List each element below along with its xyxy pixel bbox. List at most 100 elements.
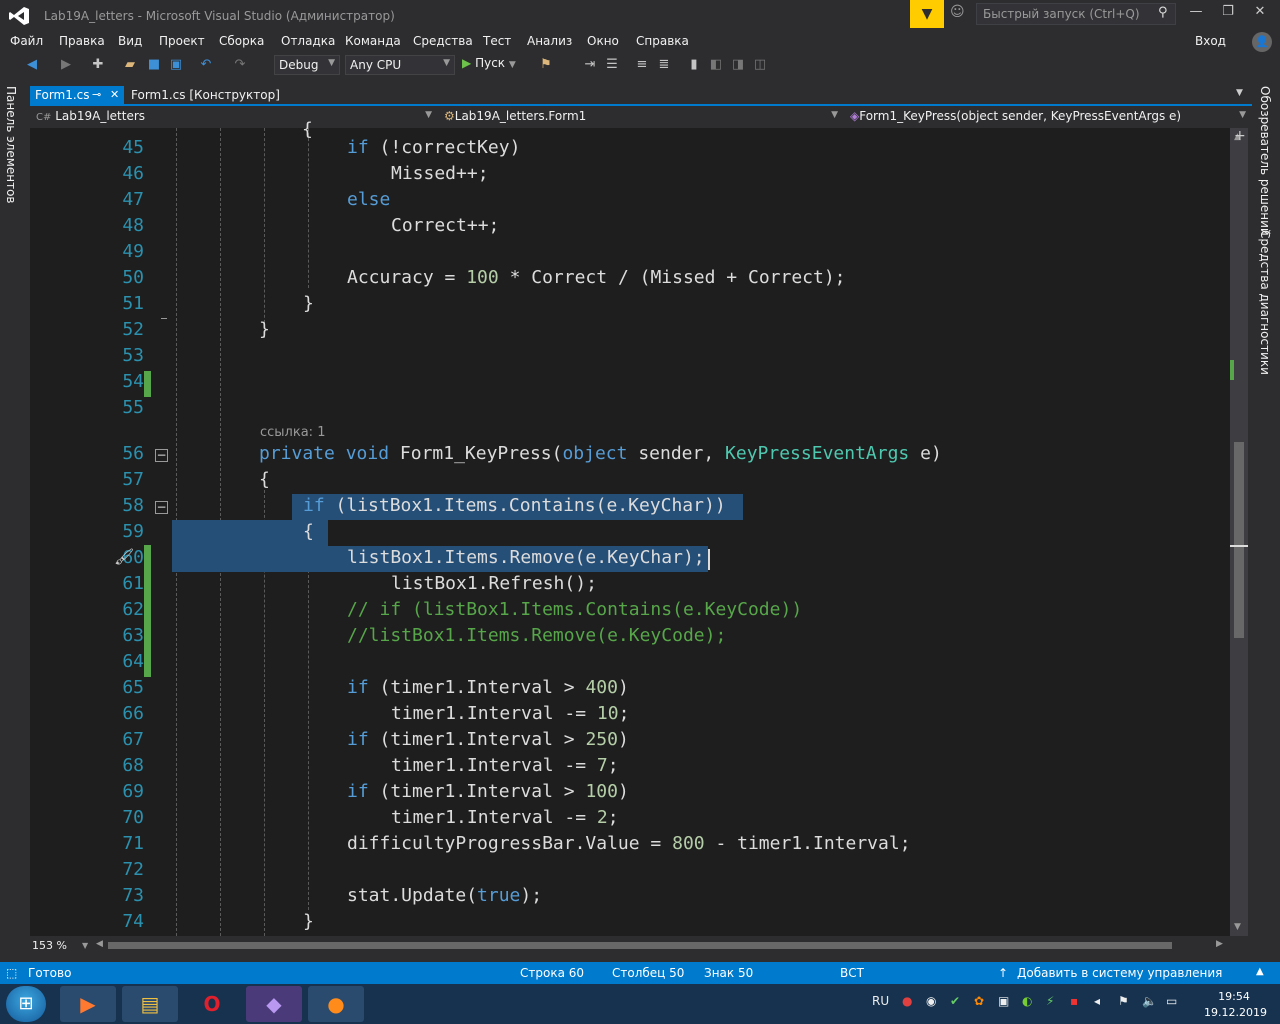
line-number: 49 <box>122 241 144 262</box>
media-player-icon[interactable]: ▶ <box>60 986 116 1022</box>
volume-icon[interactable]: 🔈 <box>1142 994 1157 1008</box>
quick-actions-brush-icon[interactable]: 🖌 <box>114 547 134 566</box>
comment-icon[interactable]: ≡ <box>634 57 650 73</box>
bookmark-icon[interactable]: ▮ <box>686 57 702 73</box>
language-indicator[interactable]: RU <box>872 994 889 1008</box>
collapse-icon[interactable]: − <box>155 501 168 514</box>
back-icon[interactable]: ◀ <box>24 57 40 73</box>
pin-icon[interactable]: ⊸ <box>92 88 101 101</box>
save-icon[interactable]: ■ <box>146 57 162 73</box>
prev-bookmark-icon[interactable]: ◧ <box>708 57 724 73</box>
tray-app-icon[interactable]: ▪ <box>1070 994 1078 1008</box>
menu-file[interactable]: Файл <box>10 34 43 48</box>
start-button[interactable]: ▶ Пуск ▼ <box>462 56 516 70</box>
codelens-references[interactable]: ссылка: 1 <box>260 425 325 440</box>
open-folder-icon[interactable]: ▰ <box>122 57 138 73</box>
account-icon[interactable]: 👤 <box>1252 32 1272 52</box>
method-icon: ◈ <box>850 109 860 123</box>
chevron-up-icon[interactable]: ▲ <box>1256 966 1264 977</box>
tray-app-icon[interactable]: ◂ <box>1094 994 1100 1008</box>
tab-form1-designer[interactable]: Form1.cs [Конструктор] <box>126 86 285 104</box>
menu-team[interactable]: Команда <box>345 34 401 48</box>
new-project-icon[interactable]: ✚ <box>90 57 106 73</box>
undo-icon[interactable]: ↶ <box>198 57 214 73</box>
upload-icon[interactable]: ↑ <box>998 966 1008 980</box>
tray-app-icon[interactable]: ◉ <box>926 994 936 1008</box>
scroll-left-icon[interactable]: ◀ <box>96 939 103 949</box>
forward-icon[interactable]: ▶ <box>58 57 74 73</box>
menu-test[interactable]: Тест <box>483 34 511 48</box>
tab-label: Form1.cs <box>35 88 90 102</box>
line-number: 57 <box>122 469 144 490</box>
menu-window[interactable]: Окно <box>587 34 619 48</box>
sign-in-link[interactable]: Вход <box>1195 34 1226 48</box>
scrollbar-change-marker <box>1230 360 1234 380</box>
tray-app-icon[interactable]: ⚑ <box>1118 994 1129 1008</box>
left-side-panel: Панель элементов <box>0 80 24 960</box>
collapse-icon[interactable]: − <box>155 449 168 462</box>
firefox-icon[interactable]: ● <box>308 986 364 1022</box>
clock-date: 19.12.2019 <box>1204 1006 1267 1019</box>
toolbox-tab[interactable]: Панель элементов <box>4 86 18 204</box>
menu-help[interactable]: Справка <box>636 34 689 48</box>
visual-studio-icon[interactable]: ◆ <box>246 986 302 1022</box>
code-line: timer1.Interval -= 7; <box>391 755 619 776</box>
menu-edit[interactable]: Правка <box>59 34 105 48</box>
restore-icon[interactable]: ❐ <box>1214 4 1242 24</box>
uncomment-icon[interactable]: ≣ <box>656 57 672 73</box>
horizontal-scroll-thumb[interactable] <box>108 942 1172 949</box>
notification-filter-icon[interactable]: ▼ <box>910 0 944 28</box>
tray-app-icon[interactable]: ⚡ <box>1046 994 1054 1008</box>
menu-project[interactable]: Проект <box>159 34 205 48</box>
quick-launch-input[interactable]: Быстрый запуск (Ctrl+Q) <box>976 3 1176 25</box>
scroll-down-icon[interactable]: ▼ <box>1234 922 1241 932</box>
vertical-scroll-thumb[interactable] <box>1234 442 1244 638</box>
chevron-down-icon[interactable]: ▼ <box>1236 88 1243 98</box>
platform-dropdown[interactable]: Any CPU ▼ <box>345 55 455 75</box>
class-dropdown[interactable]: ⚙Lab19A_letters.Form1 ▼ <box>440 108 842 126</box>
windows-start-icon[interactable]: ⊞ <box>6 986 46 1022</box>
close-tab-icon[interactable]: ✕ <box>110 88 119 101</box>
line-number: 71 <box>122 833 144 854</box>
menu-view[interactable]: Вид <box>118 34 142 48</box>
configuration-dropdown[interactable]: Debug ▼ <box>274 55 340 75</box>
diagnostics-tab[interactable]: Средства диагностики <box>1258 230 1272 375</box>
search-icon[interactable]: ⚲ <box>1158 5 1168 20</box>
project-dropdown[interactable]: C# Lab19A_letters ▼ <box>32 108 436 126</box>
line-number: 66 <box>122 703 144 724</box>
fold-end-marker <box>161 318 167 319</box>
tray-app-icon[interactable]: ✿ <box>974 994 984 1008</box>
network-icon[interactable]: ▭ <box>1166 994 1177 1008</box>
nvidia-icon[interactable]: ◐ <box>1022 994 1032 1008</box>
solution-explorer-tab[interactable]: Обозреватель решений <box>1258 86 1272 236</box>
menu-analyze[interactable]: Анализ <box>527 34 572 48</box>
line-number: 67 <box>122 729 144 750</box>
tray-app-icon[interactable]: ▣ <box>998 994 1009 1008</box>
menu-debug[interactable]: Отладка <box>281 34 335 48</box>
opera-icon[interactable]: O <box>184 986 240 1022</box>
right-side-panel: Обозреватель решений Средства диагностик… <box>1254 80 1280 960</box>
tray-app-icon[interactable]: ✔ <box>950 994 960 1008</box>
next-bookmark-icon[interactable]: ◨ <box>730 57 746 73</box>
step-icon[interactable]: ⇥ <box>582 57 598 73</box>
solution-icon[interactable]: ☰ <box>604 57 620 73</box>
scroll-right-icon[interactable]: ▶ <box>1216 939 1223 949</box>
zoom-dropdown[interactable]: 153 % ▼ <box>32 939 92 953</box>
redo-icon[interactable]: ↷ <box>232 57 248 73</box>
menu-build[interactable]: Сборка <box>219 34 264 48</box>
minimize-icon[interactable]: — <box>1182 4 1210 24</box>
member-dropdown[interactable]: ◈Form1_KeyPress(object sender, KeyPressE… <box>846 108 1250 126</box>
split-icon[interactable]: + <box>1234 128 1246 144</box>
attach-icon[interactable]: ⚑ <box>538 57 554 73</box>
close-icon[interactable]: ✕ <box>1246 4 1274 24</box>
text-caret <box>708 549 710 570</box>
feedback-icon[interactable]: ☺ <box>950 4 968 24</box>
save-all-icon[interactable]: ▣ <box>168 57 184 73</box>
tray-app-icon[interactable]: ● <box>902 994 912 1008</box>
file-explorer-icon[interactable]: ▤ <box>122 986 178 1022</box>
chevron-down-icon: ▼ <box>508 60 516 70</box>
clear-bookmarks-icon[interactable]: ◫ <box>752 57 768 73</box>
menu-tools[interactable]: Средства <box>413 34 473 48</box>
code-line: } <box>303 911 314 932</box>
clock[interactable]: 19:54 19.12.2019 <box>1204 989 1267 1021</box>
